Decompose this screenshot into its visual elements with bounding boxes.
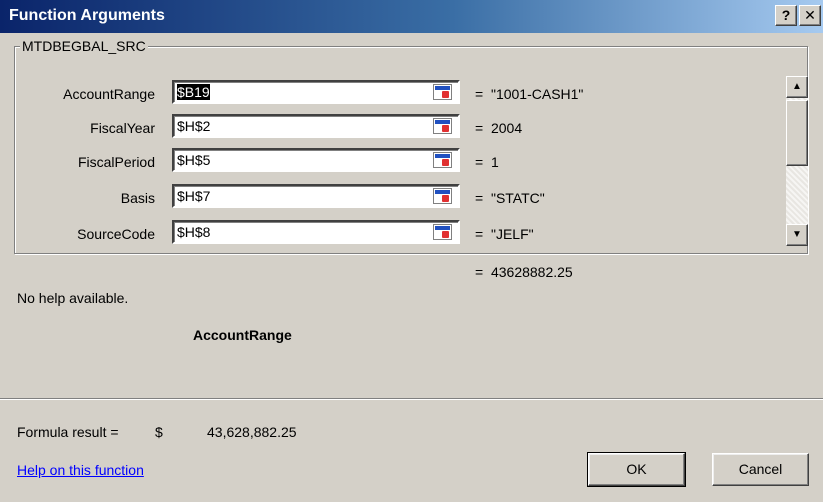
- arg-input-value: $H$2: [177, 118, 211, 134]
- function-result-value: 43628882.25: [490, 264, 573, 280]
- help-on-function-link[interactable]: Help on this function: [17, 462, 144, 478]
- cancel-button[interactable]: Cancel: [712, 453, 809, 486]
- equals-sign: =: [475, 190, 484, 206]
- arg-label-fiscalyear: FiscalYear: [90, 120, 155, 136]
- arg-result-fiscalperiod: = 1: [475, 154, 499, 170]
- arg-input-value: $B19: [177, 84, 210, 100]
- equals-sign: =: [475, 86, 484, 102]
- arg-label-sourcecode: SourceCode: [77, 226, 155, 242]
- help-description: No help available.: [17, 290, 129, 306]
- formula-result-label: Formula result =: [17, 424, 119, 440]
- arg-input-fiscalyear[interactable]: $H$2: [172, 114, 460, 138]
- arg-result-value: "STATC": [490, 190, 545, 206]
- window-title: Function Arguments: [9, 7, 165, 24]
- function-result: = 43628882.25: [475, 264, 573, 280]
- arg-input-basis[interactable]: $H$7: [172, 184, 460, 208]
- arg-result-value: 1: [490, 154, 499, 170]
- equals-sign: =: [475, 154, 484, 170]
- arg-label-fiscalperiod: FiscalPeriod: [77, 154, 155, 170]
- arguments-scrollbar[interactable]: ▲ ▼: [786, 76, 808, 246]
- equals-sign: =: [475, 120, 484, 136]
- formula-result-currency: $: [155, 424, 163, 440]
- equals-sign: =: [475, 226, 484, 242]
- function-name-label: MTDBEGBAL_SRC: [20, 38, 148, 54]
- scroll-up-icon[interactable]: ▲: [786, 76, 808, 98]
- arg-label-basis: Basis: [120, 190, 155, 206]
- arg-result-value: 2004: [490, 120, 523, 136]
- collapse-dialog-icon[interactable]: [433, 84, 452, 100]
- ok-button[interactable]: OK: [587, 452, 686, 487]
- arg-result-value: "1001-CASH1": [490, 86, 584, 102]
- equals-sign: =: [475, 264, 484, 280]
- current-argument-name: AccountRange: [193, 327, 292, 343]
- arg-result-fiscalyear: = 2004: [475, 120, 522, 136]
- formula-result-value: 43,628,882.25: [207, 424, 297, 440]
- collapse-dialog-icon[interactable]: [433, 188, 452, 204]
- arg-input-sourcecode[interactable]: $H$8: [172, 220, 460, 244]
- help-button[interactable]: ?: [775, 5, 797, 26]
- arg-result-basis: = "STATC": [475, 190, 545, 206]
- scroll-down-icon[interactable]: ▼: [786, 224, 808, 246]
- arg-label-accountrange: AccountRange: [63, 86, 155, 102]
- divider: [0, 398, 823, 400]
- title-bar: Function Arguments ? ✕: [0, 0, 823, 33]
- scroll-thumb[interactable]: [786, 100, 808, 166]
- arg-result-value: "JELF": [490, 226, 534, 242]
- collapse-dialog-icon[interactable]: [433, 118, 452, 134]
- close-button[interactable]: ✕: [799, 5, 821, 26]
- arg-input-value: $H$5: [177, 152, 211, 168]
- arg-input-fiscalperiod[interactable]: $H$5: [172, 148, 460, 172]
- collapse-dialog-icon[interactable]: [433, 224, 452, 240]
- arg-input-accountrange[interactable]: $B19: [172, 80, 460, 104]
- collapse-dialog-icon[interactable]: [433, 152, 452, 168]
- arg-input-value: $H$8: [177, 224, 211, 240]
- arg-input-value: $H$7: [177, 188, 211, 204]
- arg-result-accountrange: = "1001-CASH1": [475, 86, 583, 102]
- arg-result-sourcecode: = "JELF": [475, 226, 534, 242]
